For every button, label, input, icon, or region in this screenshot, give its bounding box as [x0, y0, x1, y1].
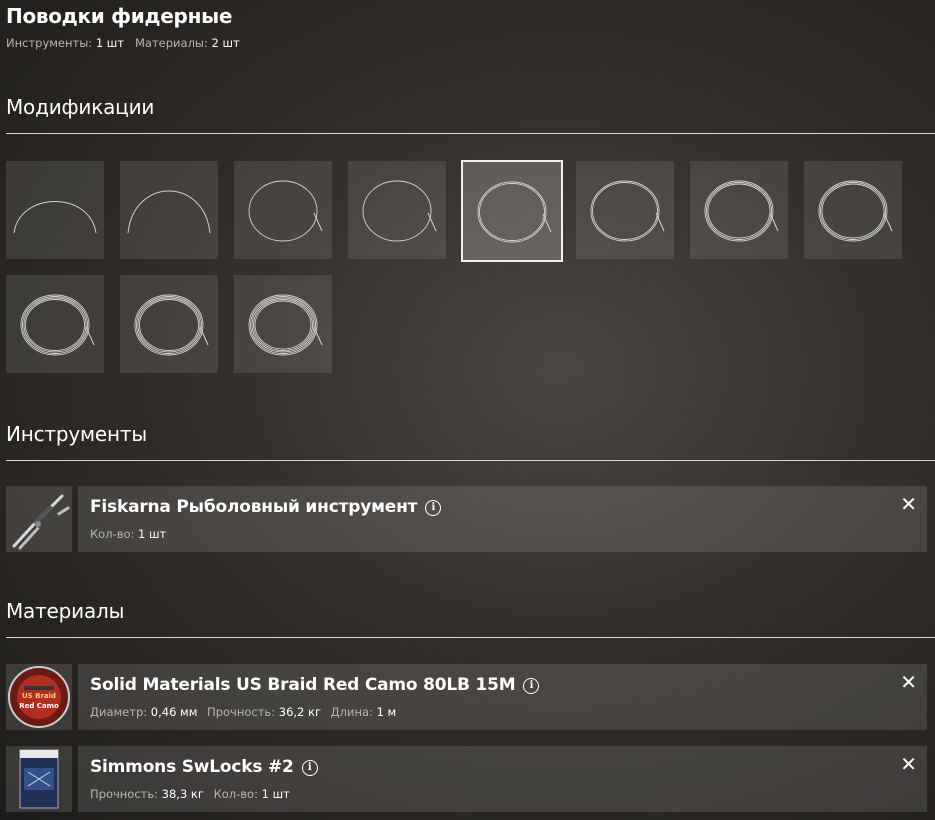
strength-value: 38,3 кг: [161, 787, 204, 801]
materials-heading: Материалы: [6, 599, 125, 623]
info-icon[interactable]: i: [301, 760, 318, 776]
modification-thumb[interactable]: [6, 275, 104, 373]
diameter-label: Диаметр:: [90, 705, 148, 719]
tools-count-label: Инструменты:: [6, 36, 93, 50]
material-card-body: Solid Materials US Braid Red Camo 80LB 1…: [78, 664, 927, 730]
leader-line-icon: [248, 294, 323, 356]
tool-name: Fiskarna Рыболовный инструмент: [90, 497, 418, 517]
modification-thumb[interactable]: [690, 161, 788, 259]
modification-thumb[interactable]: [461, 160, 563, 262]
modifications-heading: Модификации: [6, 95, 155, 119]
tool-meta: Кол-во: 1 шт: [90, 527, 172, 541]
material-meta: Прочность: 38,3 кг Кол-во: 1 шт: [90, 787, 296, 801]
tools-count-value: 1 шт: [95, 36, 125, 50]
material-meta: Диаметр: 0,46 мм Прочность: 36,2 кг Длин…: [90, 705, 402, 719]
leader-line-icon: [248, 180, 323, 242]
modifications-divider: [6, 133, 935, 134]
recipe-summary: Инструменты: 1 шт Материалы: 2 шт: [6, 36, 240, 50]
material-card-swlocks[interactable]: Simmons SwLocks #2 i Прочность: 38,3 кг К…: [6, 746, 927, 812]
material-name-row: Solid Materials US Braid Red Camo 80LB 1…: [90, 675, 540, 695]
tool-card-body: Fiskarna Рыболовный инструмент i Кол-во: …: [78, 486, 927, 552]
modification-thumb[interactable]: [348, 161, 446, 259]
strength-label: Прочность:: [207, 705, 276, 719]
leader-line-icon: [127, 190, 211, 234]
tools-heading: Инструменты: [6, 422, 147, 446]
modification-thumb[interactable]: [804, 161, 902, 259]
tool-qty-value: 1 шт: [138, 527, 167, 541]
remove-tool-close-icon[interactable]: ✕: [900, 494, 917, 514]
modification-thumb[interactable]: [234, 161, 332, 259]
pliers-tool-image: [6, 486, 72, 552]
length-label: Длина:: [330, 705, 373, 719]
materials-count-label: Материалы:: [135, 36, 208, 50]
tool-card[interactable]: Fiskarna Рыболовный инструмент i Кол-во: …: [6, 486, 927, 552]
swlocks-package-image: [6, 746, 72, 812]
material-name: Solid Materials US Braid Red Camo 80LB 1…: [90, 675, 516, 695]
tool-name-row: Fiskarna Рыболовный инструмент i: [90, 497, 442, 517]
leader-line-icon: [13, 201, 97, 234]
length-value: 1 м: [376, 705, 397, 719]
page-title: Поводки фидерные: [6, 4, 233, 28]
tools-divider: [6, 460, 935, 461]
modification-thumb[interactable]: [6, 161, 104, 259]
qty-label: Кол-во:: [213, 787, 258, 801]
leader-line-icon: [477, 181, 552, 243]
leader-line-icon: [20, 294, 95, 356]
tool-qty-label: Кол-во:: [90, 527, 135, 541]
modification-thumb[interactable]: [120, 275, 218, 373]
modification-thumb[interactable]: [576, 161, 674, 259]
remove-material-close-icon[interactable]: ✕: [900, 672, 917, 692]
leader-line-icon: [704, 180, 779, 242]
leader-line-icon: [134, 294, 209, 356]
material-name: Simmons SwLocks #2: [90, 757, 294, 777]
materials-divider: [6, 637, 935, 638]
modification-thumb[interactable]: [120, 161, 218, 259]
leader-line-icon: [818, 180, 893, 242]
modification-thumb[interactable]: [234, 275, 332, 373]
qty-value: 1 шт: [261, 787, 290, 801]
leader-line-icon: [362, 180, 437, 242]
diameter-value: 0,46 мм: [150, 705, 198, 719]
material-card-body: Simmons SwLocks #2 i Прочность: 38,3 кг К…: [78, 746, 927, 812]
material-card-braid[interactable]: US Braid Red Camo Solid Materials US Bra…: [6, 664, 927, 730]
strength-label: Прочность:: [90, 787, 159, 801]
strength-value: 36,2 кг: [278, 705, 321, 719]
remove-material-close-icon[interactable]: ✕: [900, 754, 917, 774]
braid-spool-image: US Braid Red Camo: [6, 664, 72, 730]
material-name-row: Simmons SwLocks #2 i: [90, 757, 318, 777]
spool-label-1: US Braid: [22, 692, 56, 700]
leader-line-icon: [590, 180, 665, 242]
info-icon[interactable]: i: [425, 500, 442, 516]
info-icon[interactable]: i: [523, 678, 540, 694]
materials-count-value: 2 шт: [211, 36, 240, 50]
spool-label-2: Red Camo: [19, 702, 59, 710]
